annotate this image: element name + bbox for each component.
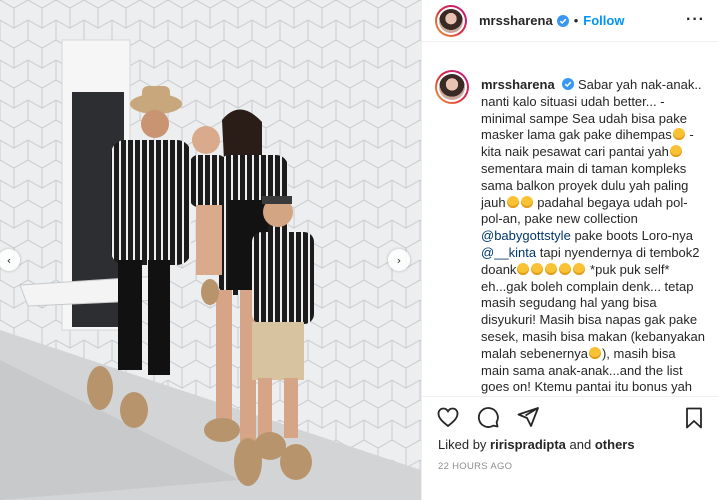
liked-by-user-link[interactable]: ririspradipta [490,437,566,452]
post-side-panel: mrssharena • Follow ··· mrssharena Sabar… [421,0,718,500]
emoji-icon [559,262,572,275]
follow-button[interactable]: Follow [583,13,624,28]
emoji-icon [520,195,533,208]
chevron-left-icon: ‹ [6,253,12,267]
caption-username[interactable]: mrssharena [481,77,555,92]
share-icon[interactable] [516,405,540,429]
post-timestamp[interactable]: 22 HOURS AGO [438,461,512,472]
caption-avatar[interactable] [435,70,469,104]
emoji-icon [545,262,558,275]
caption-comment: mrssharena Sabar yah nak-anak.. nanti ka… [435,62,718,396]
emoji-icon [588,346,601,359]
avatar[interactable] [435,4,467,37]
comment-icon[interactable] [476,405,500,429]
emoji-icon [669,145,682,158]
likes-connector: and [569,437,592,452]
more-options-icon[interactable]: ··· [686,12,705,28]
emoji-icon [531,262,544,275]
emoji-icon [506,195,519,208]
heart-icon[interactable] [436,405,460,429]
emoji-icon [672,128,685,141]
header-separator: • [573,13,579,28]
bookmark-icon[interactable] [682,406,706,430]
verified-badge-icon [562,78,575,90]
mention-link[interactable]: @__kinta [481,245,536,260]
mention-link[interactable]: @babygottstyle [481,228,571,243]
carousel-next-button[interactable]: › [388,249,410,271]
verified-badge-icon [556,14,569,27]
post-header: mrssharena • Follow ··· [422,0,718,42]
action-bar [422,396,718,436]
caption-area: mrssharena Sabar yah nak-anak.. nanti ka… [422,62,718,396]
post-photo[interactable]: ‹ › [0,0,421,500]
post-username[interactable]: mrssharena [479,13,553,28]
emoji-icon [573,262,586,275]
photo-image [0,0,421,500]
likes-prefix: Liked by [438,437,487,452]
emoji-icon [517,262,530,275]
liked-by-others-link[interactable]: others [595,437,635,452]
chevron-right-icon: › [396,253,402,267]
likes-summary: Liked by ririspradipta and others [438,437,635,452]
caption-part: pake boots Loro-nya [574,228,693,244]
caption-text: mrssharena Sabar yah nak-anak.. nanti ka… [481,77,705,396]
